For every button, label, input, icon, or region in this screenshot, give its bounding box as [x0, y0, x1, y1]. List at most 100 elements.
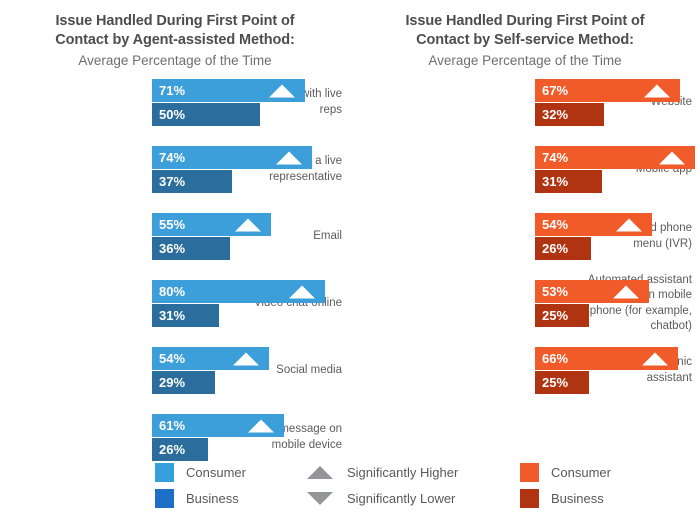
bar-value-label: 80%: [159, 284, 186, 299]
bar-group: Chat online with a liverepresentative74%…: [0, 146, 350, 213]
legend-item: Consumer: [155, 459, 246, 485]
bar-value-label: 54%: [159, 351, 186, 366]
legend-swatch-consumer-orange: [520, 462, 539, 482]
bar-value-label: 37%: [159, 174, 186, 189]
bar-group: Email 55% 36%: [0, 213, 350, 280]
bar-group: Home electronicassistant66%25%: [350, 347, 700, 414]
bar-pair: 53% 25%: [535, 280, 650, 327]
panel-self-service: Issue Handled During First Point of Cont…: [350, 0, 700, 450]
bar-business: 36%: [152, 237, 230, 260]
triangle-up-icon: [234, 218, 261, 231]
triangle-up-icon: [658, 151, 685, 164]
legend-item: Significantly Higher: [305, 459, 458, 485]
bar-value-label: 67%: [542, 83, 569, 98]
panel-subtitle: Average Percentage of the Time: [428, 53, 622, 68]
bar-business: 37%: [152, 170, 232, 193]
bar-value-label: 32%: [542, 107, 569, 122]
triangle-up-icon: [615, 218, 642, 231]
legend-group-orange: Consumer Business: [520, 459, 611, 511]
legend-label: Consumer: [551, 464, 611, 480]
bar-value-label: 31%: [542, 174, 569, 189]
bar-pair: 55% 36%: [152, 213, 271, 260]
triangle-up-icon: [288, 285, 315, 298]
bar-pair: 80% 31%: [152, 280, 325, 327]
panel-title-block: Issue Handled During First Point of Cont…: [350, 0, 700, 70]
legend-group-markers: Significantly Higher Significantly Lower: [305, 459, 458, 511]
bar-value-label: 66%: [542, 351, 569, 366]
bar-group: Automated assistantonline or on mobileph…: [350, 274, 700, 347]
legend-item: Significantly Lower: [305, 485, 458, 511]
bar-value-label: 50%: [159, 107, 186, 122]
bar-business: 25%: [535, 304, 589, 327]
triangle-up-icon: [641, 352, 668, 365]
panel-title-line2: Contact by Self-service Method:: [416, 32, 634, 48]
triangle-up-icon: [247, 419, 274, 432]
bar-business: 31%: [535, 170, 602, 193]
bar-consumer: 61%: [152, 414, 284, 437]
chart-legend: Consumer Business Significantly Higher S…: [0, 455, 700, 528]
bar-value-label: 74%: [159, 150, 186, 165]
bar-consumer: 54%: [535, 213, 652, 236]
bar-pair: 66% 25%: [535, 347, 678, 394]
triangle-up-icon: [613, 285, 640, 298]
chart-page: Issue Handled During First Point of Cont…: [0, 0, 700, 528]
bar-pair: 54% 26%: [535, 213, 652, 260]
bar-value-label: 71%: [159, 83, 186, 98]
bar-group: Mobile app74%31%: [350, 146, 700, 213]
bar-value-label: 54%: [542, 217, 569, 232]
bar-consumer: 66%: [535, 347, 678, 370]
bar-pair: 74% 31%: [535, 146, 695, 193]
bar-consumer: 71%: [152, 79, 306, 102]
bar-group: Phone calls with livereps71%50%: [0, 79, 350, 146]
bar-value-label: 26%: [542, 241, 569, 256]
bar-value-label: 55%: [159, 217, 186, 232]
legend-item: Business: [155, 485, 246, 511]
bar-pair: 67% 32%: [535, 79, 680, 126]
legend-item: Consumer: [520, 459, 611, 485]
bar-value-label: 25%: [542, 308, 569, 323]
bar-consumer: 53%: [535, 280, 650, 303]
legend-swatch-business-blue: [155, 488, 174, 508]
bar-value-label: 53%: [542, 284, 569, 299]
bar-pair: 71% 50%: [152, 79, 306, 126]
triangle-up-icon: [275, 151, 302, 164]
legend-label: Significantly Lower: [347, 490, 456, 506]
legend-label: Business: [551, 490, 604, 506]
bar-consumer: 67%: [535, 79, 680, 102]
bar-value-label: 25%: [542, 375, 569, 390]
legend-label: Business: [186, 490, 239, 506]
bar-value-label: 29%: [159, 375, 186, 390]
panel-title-block: Issue Handled During First Point of Cont…: [0, 0, 350, 70]
legend-group-blue: Consumer Business: [155, 459, 246, 511]
triangle-up-icon: [305, 465, 335, 479]
bar-business: 50%: [152, 103, 260, 126]
bar-pair: 74% 37%: [152, 146, 312, 193]
bar-value-label: 74%: [542, 150, 569, 165]
legend-item: Business: [520, 485, 611, 511]
legend-swatch-consumer-blue: [155, 462, 174, 482]
bar-group: Automated phonemenu (IVR)54%26%: [350, 213, 700, 280]
triangle-up-icon: [232, 352, 259, 365]
bar-business: 29%: [152, 371, 215, 394]
bar-consumer: 74%: [535, 146, 695, 169]
panel-title-line1: Issue Handled During First Point of: [55, 13, 295, 29]
panel-title-line2: Contact by Agent-assisted Method:: [55, 32, 295, 48]
bar-value-label: 61%: [159, 418, 186, 433]
triangle-down-icon: [305, 491, 335, 505]
bar-consumer: 54%: [152, 347, 269, 370]
bar-value-label: 36%: [159, 241, 186, 256]
bar-group: Social media 54% 29%: [0, 347, 350, 414]
bar-business: 25%: [535, 371, 589, 394]
bar-group: Website67%32%: [350, 79, 700, 146]
bar-consumer: 80%: [152, 280, 325, 303]
triangle-up-icon: [269, 84, 296, 97]
bar-pair: 61% 26%: [152, 414, 284, 461]
triangle-up-icon: [643, 84, 670, 97]
panel-title-line1: Issue Handled During First Point of: [405, 13, 645, 29]
bar-value-label: 31%: [159, 308, 186, 323]
bar-business: 31%: [152, 304, 219, 327]
plot-area-agent-assisted: Phone calls with livereps71%50%Chat onli…: [0, 79, 350, 481]
bar-consumer: 74%: [152, 146, 312, 169]
bar-pair: 54% 29%: [152, 347, 269, 394]
bar-consumer: 55%: [152, 213, 271, 236]
